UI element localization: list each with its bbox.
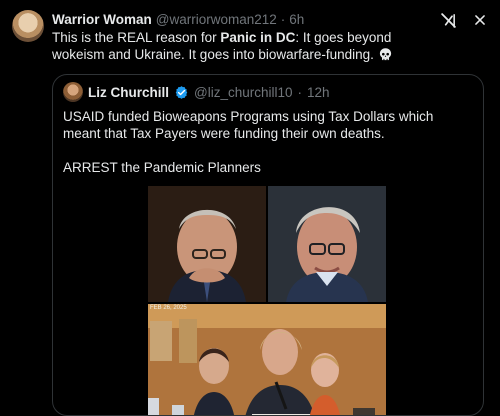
quote-header: Liz Churchill @liz_churchill10 · 12h [63,82,330,102]
quote-line-1: USAID funded Bioweapons Programs using T… [63,109,434,141]
close-icon[interactable] [470,10,490,30]
top-actions [438,10,490,30]
tweet-text-prefix: This is the REAL reason for [52,30,221,45]
tweet-text: This is the REAL reason for Panic in DC:… [52,29,442,63]
skull-icon [378,47,393,62]
quote-separator-dot: · [297,84,303,100]
photo-hearing-woman[interactable]: FEB 26, 2025 [148,304,386,415]
photo-caption: FEB 26, 2025 [150,305,187,311]
quote-author-handle[interactable]: @liz_churchill10 [194,85,293,100]
tweet-card: Warrior Woman @warriorwoman212 · 6h This… [0,0,500,416]
quote-post-time[interactable]: 12h [307,85,330,100]
photo-man-right[interactable] [268,186,386,302]
quote-author-name[interactable]: Liz Churchill [88,85,169,100]
post-time[interactable]: 6h [289,12,304,27]
photo-man-left[interactable] [148,186,266,302]
quote-author-avatar[interactable] [63,82,83,102]
author-name[interactable]: Warrior Woman [52,12,152,27]
separator-dot: · [280,11,286,27]
quoted-tweet[interactable]: Liz Churchill @liz_churchill10 · 12h USA… [52,74,484,416]
tweet-text-bold: Panic in DC [220,30,296,45]
author-handle[interactable]: @warriorwoman212 [156,12,277,27]
tweet-header: Warrior Woman @warriorwoman212 · 6h [52,10,304,28]
grok-icon[interactable] [438,10,458,30]
quote-line-2: ARREST the Pandemic Planners [63,160,261,175]
quote-text: USAID funded Bioweapons Programs using T… [63,108,468,193]
media-grid: FEB 26, 2025 [148,186,386,415]
verified-badge-icon [174,85,189,100]
author-avatar[interactable] [12,10,44,42]
